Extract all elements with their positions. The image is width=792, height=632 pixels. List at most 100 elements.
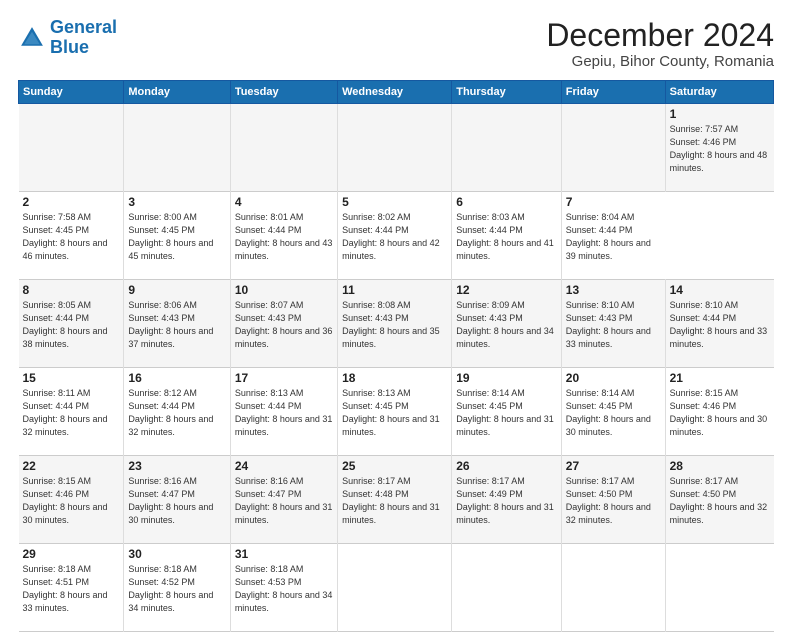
logo-blue: Blue	[50, 37, 89, 57]
day-cell-20: 20 Sunrise: 8:14 AMSunset: 4:45 PMDayligh…	[561, 368, 665, 456]
day-cell-3: 3 Sunrise: 8:00 AMSunset: 4:45 PMDaylight…	[124, 192, 230, 280]
col-header-tuesday: Tuesday	[230, 81, 337, 104]
day-cell-1: 1 Sunrise: 7:57 AMSunset: 4:46 PMDaylight…	[665, 104, 773, 192]
day-info: Sunrise: 8:18 AMSunset: 4:51 PMDaylight:…	[23, 564, 108, 613]
day-cell-18: 18 Sunrise: 8:13 AMSunset: 4:45 PMDayligh…	[338, 368, 452, 456]
logo: General Blue	[18, 18, 117, 58]
day-cell-22: 22 Sunrise: 8:15 AMSunset: 4:46 PMDayligh…	[19, 456, 124, 544]
day-cell-23: 23Sunrise: 8:16 AMSunset: 4:47 PMDayligh…	[124, 456, 230, 544]
day-number: 9	[128, 283, 225, 297]
day-number: 19	[456, 371, 557, 385]
day-info: Sunrise: 8:02 AMSunset: 4:44 PMDaylight:…	[342, 212, 440, 261]
col-header-saturday: Saturday	[665, 81, 773, 104]
empty-cell	[338, 544, 452, 632]
empty-cell	[124, 104, 230, 192]
empty-cell	[338, 104, 452, 192]
week-row-1: 1 Sunrise: 7:57 AMSunset: 4:46 PMDaylight…	[19, 104, 774, 192]
header-row: SundayMondayTuesdayWednesdayThursdayFrid…	[19, 81, 774, 104]
day-info: Sunrise: 7:57 AMSunset: 4:46 PMDaylight:…	[670, 124, 768, 173]
empty-cell	[452, 104, 562, 192]
day-info: Sunrise: 8:09 AMSunset: 4:43 PMDaylight:…	[456, 300, 554, 349]
day-cell-6: 6Sunrise: 8:03 AMSunset: 4:44 PMDaylight…	[452, 192, 562, 280]
day-number: 12	[456, 283, 557, 297]
day-info: Sunrise: 8:17 AMSunset: 4:49 PMDaylight:…	[456, 476, 554, 525]
day-cell-16: 16Sunrise: 8:12 AMSunset: 4:44 PMDayligh…	[124, 368, 230, 456]
day-info: Sunrise: 8:08 AMSunset: 4:43 PMDaylight:…	[342, 300, 440, 349]
empty-cell	[665, 544, 773, 632]
day-number: 5	[342, 195, 447, 209]
day-cell-21: 21Sunrise: 8:15 AMSunset: 4:46 PMDayligh…	[665, 368, 773, 456]
day-number: 22	[23, 459, 120, 473]
day-number: 30	[128, 547, 225, 561]
week-row-5: 22 Sunrise: 8:15 AMSunset: 4:46 PMDayligh…	[19, 456, 774, 544]
logo-general: General	[50, 17, 117, 37]
day-number: 11	[342, 283, 447, 297]
day-number: 16	[128, 371, 225, 385]
day-number: 3	[128, 195, 225, 209]
day-cell-4: 4 Sunrise: 8:01 AMSunset: 4:44 PMDaylight…	[230, 192, 337, 280]
day-number: 26	[456, 459, 557, 473]
day-info: Sunrise: 8:13 AMSunset: 4:44 PMDaylight:…	[235, 388, 333, 437]
day-cell-7: 7 Sunrise: 8:04 AMSunset: 4:44 PMDaylight…	[561, 192, 665, 280]
day-info: Sunrise: 8:00 AMSunset: 4:45 PMDaylight:…	[128, 212, 213, 261]
col-header-thursday: Thursday	[452, 81, 562, 104]
day-info: Sunrise: 8:18 AMSunset: 4:53 PMDaylight:…	[235, 564, 333, 613]
day-cell-29: 29 Sunrise: 8:18 AMSunset: 4:51 PMDayligh…	[19, 544, 124, 632]
day-info: Sunrise: 8:16 AMSunset: 4:47 PMDaylight:…	[128, 476, 213, 525]
day-number: 1	[670, 107, 770, 121]
day-number: 13	[566, 283, 661, 297]
day-cell-11: 11 Sunrise: 8:08 AMSunset: 4:43 PMDayligh…	[338, 280, 452, 368]
day-cell-19: 19Sunrise: 8:14 AMSunset: 4:45 PMDayligh…	[452, 368, 562, 456]
day-info: Sunrise: 8:13 AMSunset: 4:45 PMDaylight:…	[342, 388, 440, 437]
subtitle: Gepiu, Bihor County, Romania	[546, 53, 774, 70]
day-number: 20	[566, 371, 661, 385]
day-number: 29	[23, 547, 120, 561]
day-number: 4	[235, 195, 333, 209]
header: General Blue December 2024 Gepiu, Bihor …	[18, 18, 774, 70]
day-info: Sunrise: 8:01 AMSunset: 4:44 PMDaylight:…	[235, 212, 333, 261]
day-number: 25	[342, 459, 447, 473]
day-number: 10	[235, 283, 333, 297]
logo-text: General Blue	[50, 18, 117, 58]
day-info: Sunrise: 8:10 AMSunset: 4:43 PMDaylight:…	[566, 300, 651, 349]
day-cell-13: 13 Sunrise: 8:10 AMSunset: 4:43 PMDayligh…	[561, 280, 665, 368]
day-cell-14: 14Sunrise: 8:10 AMSunset: 4:44 PMDayligh…	[665, 280, 773, 368]
week-row-2: 2Sunrise: 7:58 AMSunset: 4:45 PMDaylight…	[19, 192, 774, 280]
day-number: 14	[670, 283, 770, 297]
empty-cell	[230, 104, 337, 192]
day-cell-31: 31Sunrise: 8:18 AMSunset: 4:53 PMDayligh…	[230, 544, 337, 632]
day-number: 17	[235, 371, 333, 385]
day-info: Sunrise: 8:11 AMSunset: 4:44 PMDaylight:…	[23, 388, 108, 437]
day-cell-17: 17 Sunrise: 8:13 AMSunset: 4:44 PMDayligh…	[230, 368, 337, 456]
day-cell-8: 8 Sunrise: 8:05 AMSunset: 4:44 PMDaylight…	[19, 280, 124, 368]
day-number: 7	[566, 195, 661, 209]
day-number: 8	[23, 283, 120, 297]
day-info: Sunrise: 8:18 AMSunset: 4:52 PMDaylight:…	[128, 564, 213, 613]
empty-cell	[19, 104, 124, 192]
day-info: Sunrise: 8:07 AMSunset: 4:43 PMDaylight:…	[235, 300, 333, 349]
day-number: 18	[342, 371, 447, 385]
day-cell-28: 28Sunrise: 8:17 AMSunset: 4:50 PMDayligh…	[665, 456, 773, 544]
day-info: Sunrise: 8:04 AMSunset: 4:44 PMDaylight:…	[566, 212, 651, 261]
day-info: Sunrise: 7:58 AMSunset: 4:45 PMDaylight:…	[23, 212, 108, 261]
day-cell-26: 26 Sunrise: 8:17 AMSunset: 4:49 PMDayligh…	[452, 456, 562, 544]
page: General Blue December 2024 Gepiu, Bihor …	[0, 0, 792, 612]
day-cell-24: 24Sunrise: 8:16 AMSunset: 4:47 PMDayligh…	[230, 456, 337, 544]
day-number: 21	[670, 371, 770, 385]
day-cell-30: 30 Sunrise: 8:18 AMSunset: 4:52 PMDayligh…	[124, 544, 230, 632]
col-header-monday: Monday	[124, 81, 230, 104]
title-block: December 2024 Gepiu, Bihor County, Roman…	[546, 18, 774, 70]
day-info: Sunrise: 8:17 AMSunset: 4:50 PMDaylight:…	[566, 476, 651, 525]
day-info: Sunrise: 8:15 AMSunset: 4:46 PMDaylight:…	[23, 476, 108, 525]
day-number: 15	[23, 371, 120, 385]
col-header-sunday: Sunday	[19, 81, 124, 104]
day-cell-9: 9Sunrise: 8:06 AMSunset: 4:43 PMDaylight…	[124, 280, 230, 368]
day-info: Sunrise: 8:16 AMSunset: 4:47 PMDaylight:…	[235, 476, 333, 525]
day-info: Sunrise: 8:14 AMSunset: 4:45 PMDaylight:…	[566, 388, 651, 437]
col-header-wednesday: Wednesday	[338, 81, 452, 104]
day-cell-5: 5 Sunrise: 8:02 AMSunset: 4:44 PMDaylight…	[338, 192, 452, 280]
day-cell-25: 25Sunrise: 8:17 AMSunset: 4:48 PMDayligh…	[338, 456, 452, 544]
day-number: 27	[566, 459, 661, 473]
day-info: Sunrise: 8:05 AMSunset: 4:44 PMDaylight:…	[23, 300, 108, 349]
week-row-4: 15 Sunrise: 8:11 AMSunset: 4:44 PMDayligh…	[19, 368, 774, 456]
